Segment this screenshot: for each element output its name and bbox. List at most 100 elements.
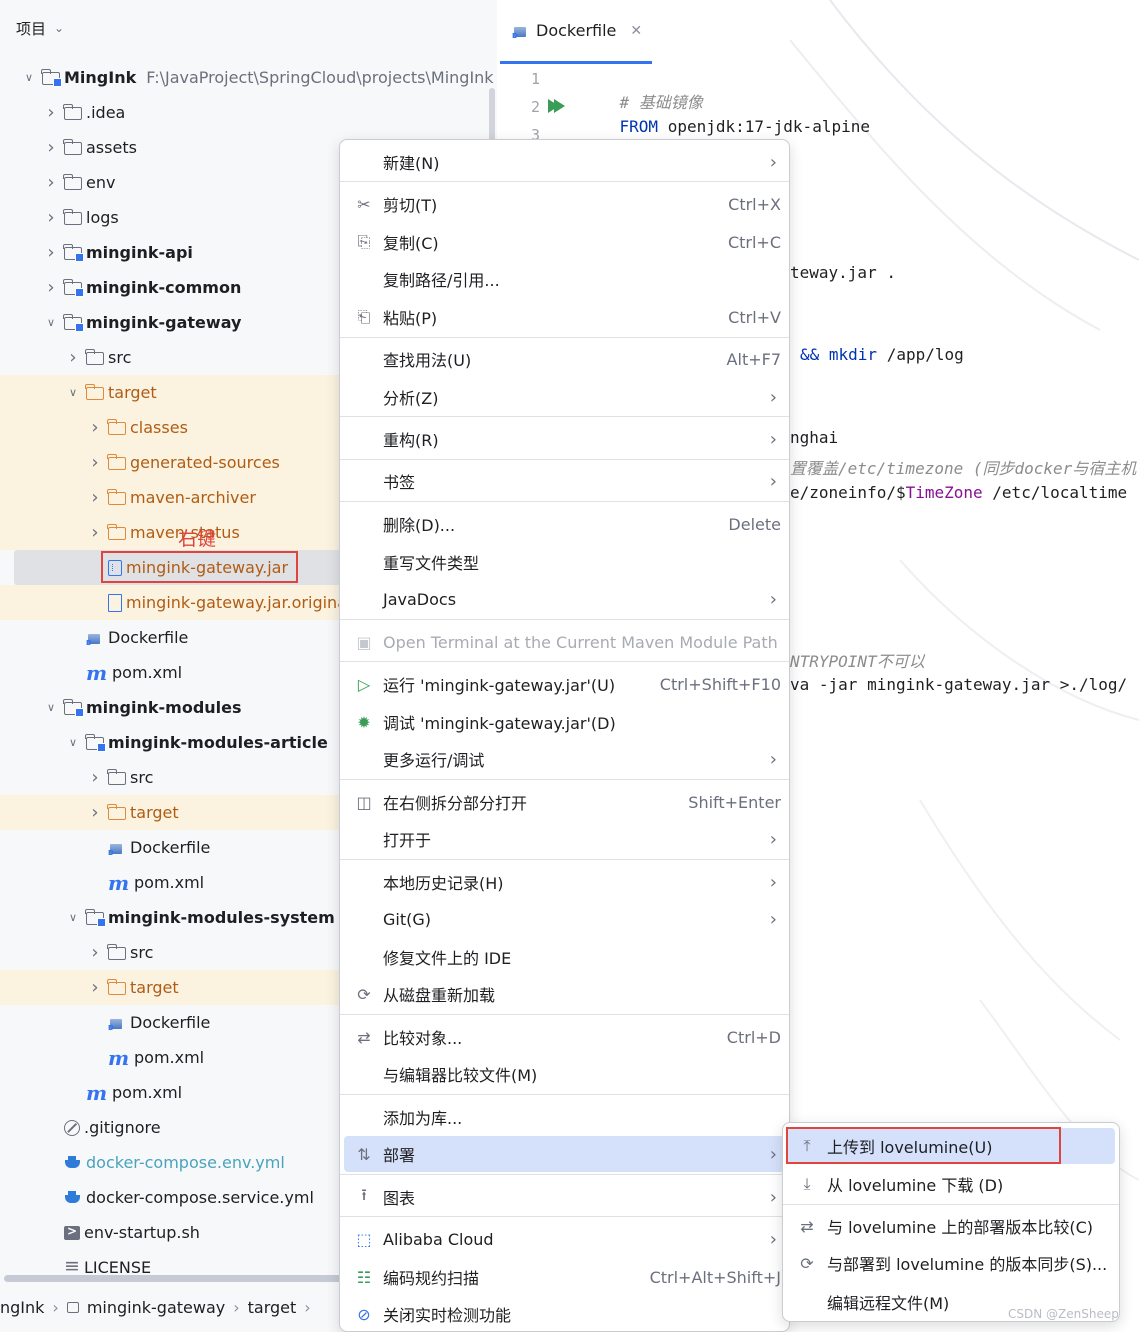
menu-item[interactable]: 打开于 › (344, 821, 787, 857)
tree-item-label: target (108, 383, 157, 402)
menu-item-label: 复制路径/引用... (383, 271, 500, 290)
expand-arrow-icon[interactable]: ∨ (22, 71, 36, 84)
menu-item[interactable]: 更多运行/调试 › (344, 741, 787, 777)
tree-item[interactable]: ∨ MingInk F:\JavaProject\SpringCloud\proje… (0, 60, 497, 95)
code-text: e/zoneinfo/$ (790, 483, 906, 502)
module-icon (63, 314, 84, 332)
menu-item[interactable]: ▷ 运行 'mingink-gateway.jar'(U) Ctrl+Shift+F… (344, 666, 787, 702)
menu-item-label: 剪切(T) (383, 196, 438, 215)
menu-item[interactable]: ⟳ 从磁盘重新加载 (344, 976, 787, 1012)
menu-item-label: Alibaba Cloud (383, 1229, 494, 1249)
collapse-arrow-icon[interactable]: › (44, 137, 58, 158)
chevron-right-icon: › (52, 1297, 59, 1317)
collapse-arrow-icon[interactable]: › (88, 452, 102, 473)
submenu-item[interactable]: ⇄ 与 lovelumine 上的部署版本比较(C) (787, 1208, 1115, 1244)
submenu-item-label: 从 lovelumine 下载 (D) (827, 1176, 1004, 1195)
menu-item[interactable]: ⭱ 图表 › (344, 1179, 787, 1215)
excluded-folder-icon (107, 524, 126, 540)
folder-icon (63, 139, 82, 155)
collapse-arrow-icon[interactable]: › (44, 207, 58, 228)
menu-item[interactable]: 复制路径/引用... (344, 261, 787, 297)
menu-item-label: Open Terminal at the Current Maven Modul… (383, 632, 778, 652)
menu-item[interactable]: ⇄ 比较对象... Ctrl+D (344, 1019, 787, 1055)
expand-arrow-icon[interactable]: ∨ (66, 911, 80, 924)
tab-label: Dockerfile (536, 21, 617, 40)
expand-arrow-icon[interactable]: ∨ (66, 386, 80, 399)
breadcrumb-item[interactable]: ngInk (0, 1298, 44, 1317)
menu-item[interactable]: ◫ 在右侧拆分部分打开 Shift+Enter (344, 784, 787, 820)
menu-item[interactable]: 新建(N) › (344, 144, 787, 180)
collapse-arrow-icon[interactable]: › (44, 242, 58, 263)
project-panel-header[interactable]: 项目 ⌄ (0, 0, 497, 56)
menu-item-label: 更多运行/调试 (383, 751, 485, 770)
menu-item[interactable]: ⎗ 粘贴(P) Ctrl+V (344, 299, 787, 335)
collapse-arrow-icon[interactable]: › (88, 417, 102, 438)
menu-item[interactable]: 删除(D)... Delete (344, 506, 787, 542)
collapse-arrow-icon[interactable]: › (88, 767, 102, 788)
tree-item[interactable]: › .idea (0, 95, 497, 130)
breadcrumb-item[interactable]: mingink-gateway (87, 1298, 225, 1317)
tree-item-label: Dockerfile (108, 628, 189, 647)
menu-item-label: 从磁盘重新加载 (383, 986, 496, 1005)
menu-separator (340, 619, 789, 620)
debug-icon: ✹ (357, 712, 371, 732)
tree-item-label: .gitignore (84, 1118, 161, 1137)
breadcrumb-item[interactable]: target (248, 1298, 297, 1317)
menu-item[interactable]: Git(G) › (344, 901, 787, 937)
menu-item-label: 删除(D)... (383, 516, 456, 535)
collapse-arrow-icon[interactable]: › (88, 522, 102, 543)
menu-item[interactable]: 重构(R) › (344, 421, 787, 457)
chevron-right-icon: › (769, 908, 777, 930)
chevron-down-icon[interactable]: ⌄ (54, 21, 64, 35)
expand-arrow-icon[interactable]: ∨ (44, 701, 58, 714)
menu-item[interactable]: 查找用法(U) Alt+F7 (344, 341, 787, 377)
menu-item[interactable]: ⎘ 复制(C) Ctrl+C (344, 224, 787, 260)
menu-item[interactable]: 重写文件类型 (344, 544, 787, 580)
tree-item-label: pom.xml (112, 663, 183, 682)
menu-item-label: 分析(Z) (383, 389, 439, 408)
tree-item-label: pom.xml (134, 873, 205, 892)
submenu-item[interactable]: ⤒ 上传到 lovelumine(U) (787, 1128, 1115, 1164)
menu-item[interactable]: ☷ 编码规约扫描 Ctrl+Alt+Shift+J (344, 1259, 787, 1295)
collapse-arrow-icon[interactable]: › (88, 942, 102, 963)
menu-item[interactable]: JavaDocs › (344, 581, 787, 617)
menu-item[interactable]: ⇅ 部署 › (344, 1136, 787, 1172)
menu-item: ▣ Open Terminal at the Current Maven Modu… (344, 624, 787, 660)
menu-item-label: 复制(C) (383, 234, 439, 253)
menu-separator (340, 181, 789, 182)
menu-item[interactable]: ✂ 剪切(T) Ctrl+X (344, 186, 787, 222)
menu-item[interactable]: 分析(Z) › (344, 379, 787, 415)
expand-arrow-icon[interactable]: ∨ (66, 736, 80, 749)
menu-item-label: 书签 (383, 473, 416, 492)
collapse-arrow-icon[interactable]: › (44, 277, 58, 298)
gitignore-icon (64, 1119, 80, 1136)
collapse-arrow-icon[interactable]: › (44, 172, 58, 193)
menu-item[interactable]: ✹ 调试 'mingink-gateway.jar'(D) (344, 704, 787, 740)
collapse-arrow-icon[interactable]: › (88, 977, 102, 998)
collapse-arrow-icon[interactable]: › (88, 802, 102, 823)
submenu-item[interactable]: ⟳ 与部署到 lovelumine 的版本同步(S)... (787, 1245, 1115, 1281)
project-path: F:\JavaProject\SpringCloud\projects\Ming… (146, 68, 494, 87)
menu-item[interactable]: ⊘ 关闭实时检测功能 (344, 1296, 787, 1331)
menu-separator (340, 1174, 789, 1175)
horizontal-scrollbar[interactable] (4, 1275, 344, 1282)
submenu-item[interactable]: ⤓ 从 lovelumine 下载 (D) (787, 1166, 1115, 1202)
collapse-arrow-icon[interactable]: › (88, 487, 102, 508)
menu-shortcut: Ctrl+X (728, 194, 781, 214)
menu-item[interactable]: 修复文件上的 IDE (344, 939, 787, 975)
collapse-arrow-icon[interactable]: › (66, 347, 80, 368)
tab-dockerfile[interactable]: Dockerfile ✕ (500, 0, 652, 64)
run-gutter-icon[interactable] (554, 99, 565, 113)
terminal-icon: ▣ (356, 632, 372, 652)
maven-pom-icon: m (108, 1045, 130, 1070)
menu-item[interactable]: 添加为库... (344, 1099, 787, 1135)
close-icon[interactable]: ✕ (630, 23, 642, 39)
expand-arrow-icon[interactable]: ∨ (44, 316, 58, 329)
menu-item[interactable]: 书签 › (344, 463, 787, 499)
menu-item[interactable]: 本地历史记录(H) › (344, 864, 787, 900)
collapse-arrow-icon[interactable]: › (44, 102, 58, 123)
chevron-right-icon: › (769, 1186, 777, 1208)
menu-separator (340, 459, 789, 460)
menu-item[interactable]: ⬚ Alibaba Cloud › (344, 1221, 787, 1257)
menu-item[interactable]: 与编辑器比较文件(M) (344, 1056, 787, 1092)
